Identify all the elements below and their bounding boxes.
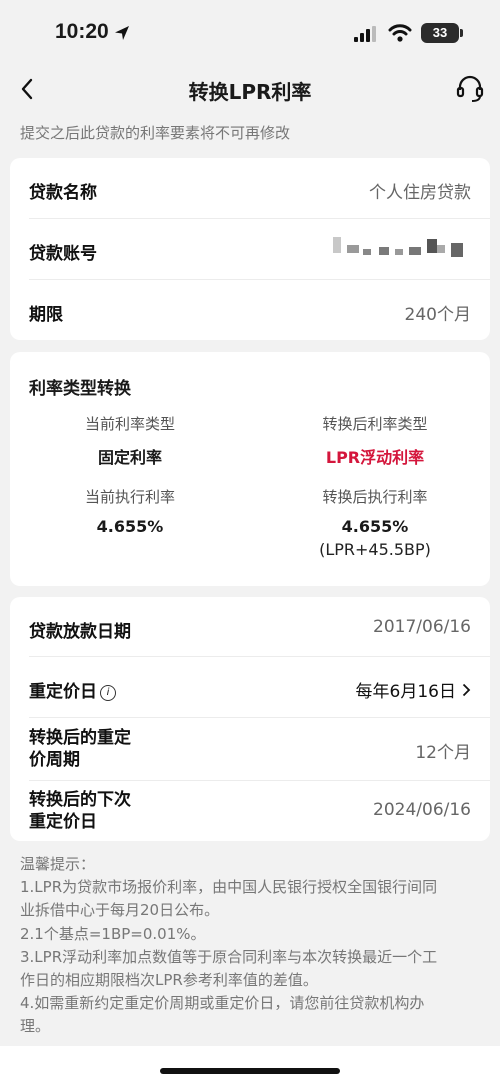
next-reprice-label: 转换后的下次 重定价日: [29, 789, 131, 833]
release-date-row: 贷款放款日期 2017/06/16: [10, 597, 490, 657]
reprice-date-value: 每年6月16日: [355, 682, 456, 702]
home-indicator: [160, 1068, 340, 1074]
next-reprice-label-line2: 重定价日: [29, 812, 97, 832]
current-rate-value: 4.655%: [96, 517, 164, 536]
nav-bar: 转换LPR利率: [0, 66, 500, 114]
loan-name-label: 贷款名称: [29, 183, 97, 203]
customer-service-headset-icon[interactable]: [455, 74, 485, 104]
tips-line: 理。: [20, 1017, 51, 1036]
loan-info-card: 贷款名称 个人住房贷款 贷款账号 期限 240个月: [10, 158, 490, 340]
tips-line: 2.1个基点=1BP=0.01%。: [20, 924, 206, 943]
loan-name-row: 贷款名称 个人住房贷款: [10, 158, 490, 218]
current-rate-block: 当前执行利率 4.655%: [20, 486, 240, 536]
tips-line: 3.LPR浮动利率加点数值等于原合同利率与本次转换最近一个工: [20, 947, 438, 966]
battery-cap: [460, 29, 463, 37]
loan-term-value: 240个月: [404, 305, 471, 325]
reprice-period-value: 12个月: [415, 743, 471, 763]
repricing-card: 贷款放款日期 2017/06/16 重定价日 i 每年6月16日 转换后的重定 价…: [10, 597, 490, 841]
loan-name-value: 个人住房贷款: [369, 183, 471, 203]
reprice-date-value-group[interactable]: 每年6月16日: [356, 677, 471, 702]
new-rate-value: 4.655%: [341, 517, 409, 536]
tips-section: 温馨提示： 1.LPR为贷款市场报价利率，由中国人民银行授权全国银行间同 业拆借…: [20, 853, 482, 1039]
current-type-block: 当前利率类型 固定利率: [20, 413, 240, 468]
new-type-label: 转换后利率类型: [322, 415, 428, 433]
conversion-title: 利率类型转换: [29, 379, 131, 399]
tips-line: 业拆借中心于每月20日公布。: [20, 901, 220, 920]
rate-conversion-card: 利率类型转换 当前利率类型 固定利率 转换后利率类型 LPR浮动利率 当前执行利…: [10, 352, 490, 586]
current-type-label: 当前利率类型: [84, 415, 175, 433]
tips-line: 作日的相应期限档次LPR参考利率值的差值。: [20, 971, 318, 990]
tips-line: 4.如需重新约定重定价周期或重定价日，请您前往贷款机构办: [20, 994, 425, 1013]
page-title: 转换LPR利率: [188, 80, 312, 104]
new-rate-block: 转换后执行利率 4.655% (LPR+45.5BP): [265, 486, 485, 559]
loan-account-row: 贷款账号: [10, 219, 490, 279]
new-rate-label: 转换后执行利率: [322, 488, 428, 506]
bottom-bar-area: [0, 1046, 500, 1084]
loan-term-row: 期限 240个月: [10, 280, 490, 340]
battery-indicator: 33: [421, 23, 459, 43]
info-icon[interactable]: i: [100, 685, 116, 701]
masked-account-number: [333, 237, 463, 257]
next-reprice-value: 2024/06/16: [373, 800, 471, 820]
current-rate-label: 当前执行利率: [84, 488, 175, 506]
new-rate-formula: (LPR+45.5BP): [319, 540, 431, 559]
next-reprice-row: 转换后的下次 重定价日 2024/06/16: [10, 781, 490, 841]
location-arrow-icon: [115, 26, 129, 40]
reprice-period-label-line1: 转换后的重定: [29, 728, 131, 748]
reprice-date-label-group: 重定价日 i: [29, 677, 116, 702]
loan-account-label: 贷款账号: [29, 244, 97, 264]
status-time: 10:20: [55, 20, 109, 43]
reprice-date-row[interactable]: 重定价日 i 每年6月16日: [10, 657, 490, 717]
reprice-date-label: 重定价日: [29, 682, 97, 702]
release-date-label: 贷款放款日期: [29, 622, 131, 642]
reprice-period-row: 转换后的重定 价周期 12个月: [10, 718, 490, 780]
tips-line: 1.LPR为贷款市场报价利率，由中国人民银行授权全国银行间同: [20, 878, 438, 897]
current-type-value: 固定利率: [97, 448, 162, 467]
tips-heading: 温馨提示：: [20, 855, 96, 873]
wifi-icon: [388, 24, 412, 42]
reprice-period-label-line2: 价周期: [29, 750, 80, 770]
reprice-period-label: 转换后的重定 价周期: [29, 727, 131, 771]
status-bar: 10:20 33: [0, 0, 500, 66]
cellular-signal-icon: [354, 26, 376, 42]
release-date-value: 2017/06/16: [373, 617, 471, 637]
notice-text: 提交之后此贷款的利率要素将不可再修改: [20, 124, 291, 142]
next-reprice-label-line1: 转换后的下次: [29, 790, 131, 810]
loan-term-label: 期限: [29, 305, 63, 325]
chevron-right-icon: [462, 683, 471, 697]
new-type-value: LPR浮动利率: [325, 448, 425, 467]
new-type-block: 转换后利率类型 LPR浮动利率: [265, 413, 485, 468]
